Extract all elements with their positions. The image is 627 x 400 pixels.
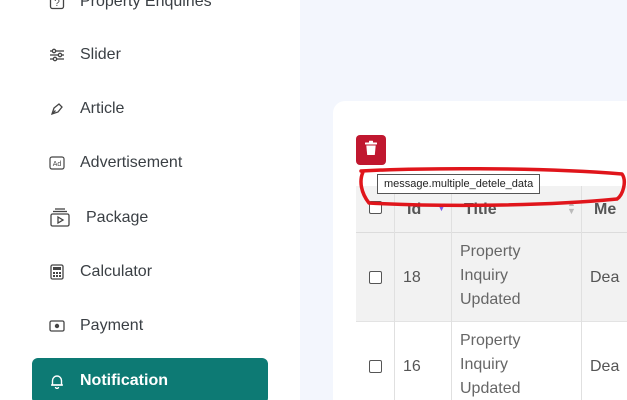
sidebar-item-label: Package — [86, 209, 149, 226]
delete-tooltip: message.multiple_detele_data — [377, 174, 541, 194]
sidebar-item-notification[interactable]: Notification — [32, 358, 268, 400]
sidebar-item-label: Advertisement — [80, 154, 183, 171]
bell-icon — [48, 372, 66, 390]
column-header-title[interactable]: Title — [464, 201, 497, 219]
delete-selected-button[interactable] — [356, 135, 386, 165]
row-message: Dea — [590, 269, 620, 286]
row-title: Property Inquiry Updated — [460, 240, 570, 312]
calculator-icon — [48, 263, 66, 281]
row-id: 18 — [403, 269, 421, 286]
sidebar-item-package[interactable]: Package — [32, 195, 268, 241]
sidebar-item-payment[interactable]: Payment — [32, 303, 268, 349]
table-row[interactable]: 18 Property Inquiry Updated Dea — [356, 233, 627, 322]
row-title-line: Property — [460, 243, 521, 260]
sort-desc-icon[interactable]: ▼ — [437, 203, 446, 213]
question-square-icon: ? — [48, 0, 66, 11]
row-checkbox[interactable] — [369, 360, 382, 373]
sidebar-item-property-enquiries[interactable]: ? Property Enquiries — [32, 0, 268, 25]
row-checkbox[interactable] — [369, 271, 382, 284]
svg-text:?: ? — [54, 0, 60, 9]
money-icon — [48, 317, 66, 335]
row-title-line: Updated — [460, 291, 521, 308]
row-id: 16 — [403, 358, 421, 375]
column-header-message[interactable]: Me — [594, 201, 616, 219]
sidebar-item-label: Calculator — [80, 263, 153, 280]
row-title-line: Updated — [460, 380, 521, 397]
sidebar-item-label: Slider — [80, 46, 121, 63]
column-divider — [451, 186, 452, 400]
sidebar: ? Property Enquiries Slider Article Ad A… — [0, 0, 300, 400]
row-title-line: Inquiry — [460, 356, 509, 373]
sidebar-item-label: Article — [80, 100, 125, 117]
svg-text:Ad: Ad — [53, 161, 62, 168]
sidebar-item-calculator[interactable]: Calculator — [32, 249, 268, 295]
column-divider — [394, 186, 395, 400]
play-package-icon — [48, 208, 72, 227]
column-divider — [581, 186, 582, 400]
pen-nib-icon — [48, 100, 66, 118]
sidebar-item-advertisement[interactable]: Ad Advertisement — [32, 140, 268, 186]
table-row[interactable]: 16 Property Inquiry Updated Dea — [356, 322, 627, 400]
row-message: Dea — [590, 358, 620, 375]
ad-icon: Ad — [48, 154, 66, 172]
sidebar-item-label: Property Enquiries — [80, 0, 212, 10]
row-title-line: Inquiry — [460, 267, 509, 284]
trash-icon — [364, 140, 378, 161]
sidebar-item-label: Payment — [80, 317, 144, 334]
sort-icon[interactable]: ▲ ▼ — [567, 199, 576, 216]
select-all-checkbox[interactable] — [369, 201, 382, 214]
sidebar-item-slider[interactable]: Slider — [32, 32, 268, 78]
column-header-id[interactable]: Id — [407, 201, 421, 219]
sidebar-item-label: Notification — [80, 372, 168, 389]
row-title: Property Inquiry Updated — [460, 329, 570, 400]
row-title-line: Property — [460, 332, 521, 349]
sliders-icon — [48, 46, 66, 64]
sidebar-item-article[interactable]: Article — [32, 86, 268, 132]
